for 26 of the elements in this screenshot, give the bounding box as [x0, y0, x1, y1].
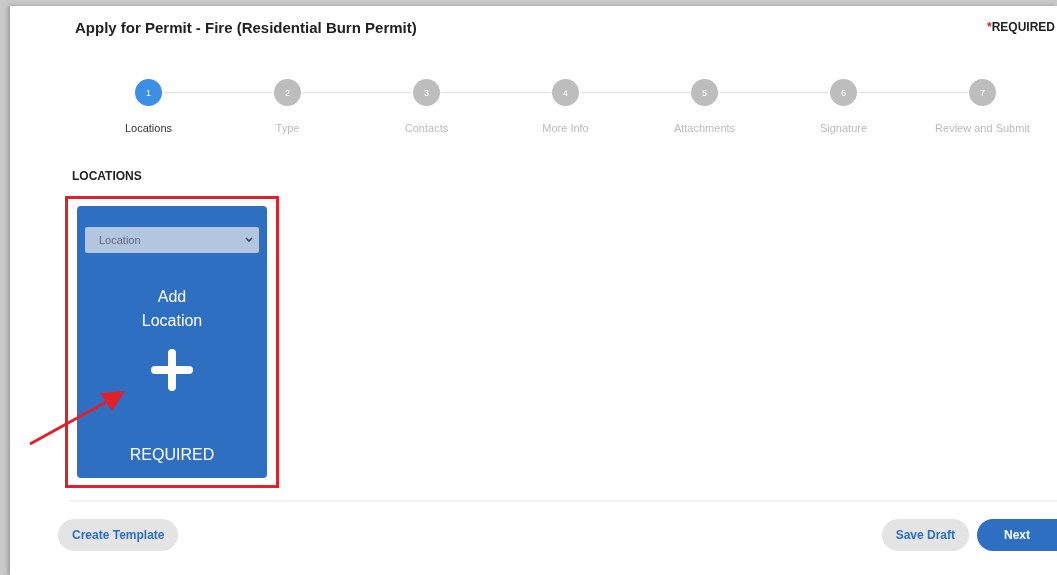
- step-number[interactable]: 2: [274, 79, 301, 106]
- location-dropdown[interactable]: Location: [85, 227, 259, 253]
- step-label[interactable]: Signature: [819, 122, 868, 134]
- step-label[interactable]: Attachments: [673, 122, 736, 134]
- step-label[interactable]: Type: [275, 122, 300, 134]
- step-number[interactable]: 3: [413, 79, 440, 106]
- step-number[interactable]: 7: [969, 79, 996, 106]
- step-number[interactable]: 6: [830, 79, 857, 106]
- footer-button[interactable]: Create Template: [58, 519, 179, 551]
- card-title: Add Location: [140, 287, 204, 331]
- step-label[interactable]: Locations: [124, 122, 173, 134]
- plus-icon[interactable]: [151, 349, 193, 391]
- chevron-down-icon: [245, 237, 253, 243]
- section-heading: LOCATIONS: [72, 169, 143, 183]
- step-number[interactable]: 1: [135, 79, 162, 106]
- add-location-card[interactable]: Location Add Location REQUIRED: [77, 206, 267, 478]
- required-note: *REQUIRED: [987, 20, 1055, 34]
- page-title: Apply for Permit - Fire (Residential Burn Permit): [75, 18, 417, 36]
- step-number[interactable]: 5: [691, 79, 718, 106]
- footer-button[interactable]: Next: [977, 519, 1057, 551]
- step-label[interactable]: Review and Submit: [935, 122, 1030, 134]
- step-label[interactable]: Contacts: [404, 122, 449, 134]
- step-label[interactable]: More Info: [542, 122, 589, 134]
- footer-button[interactable]: Save Draft: [881, 519, 969, 551]
- step-number[interactable]: 4: [552, 79, 579, 106]
- required-status: REQUIRED: [129, 446, 215, 464]
